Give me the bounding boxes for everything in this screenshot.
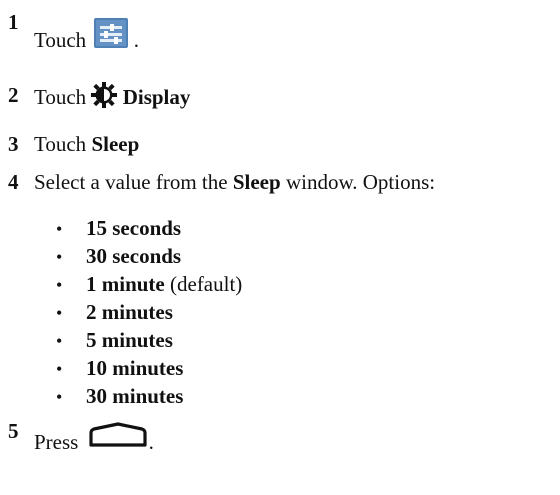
step-4-bold: Sleep [232, 170, 281, 194]
step-text-5: Press . [34, 422, 154, 454]
step-5-suffix: . [148, 430, 154, 454]
home-button-icon [87, 422, 149, 452]
option-10-minutes: 10 minutes [86, 358, 183, 379]
bullet: • [56, 247, 63, 267]
step-1-suffix: . [133, 28, 139, 52]
bullet: • [56, 331, 63, 351]
step-number-5: 5 [8, 419, 19, 443]
step-3-bold: Sleep [91, 132, 140, 156]
option-label: 2 minutes [86, 300, 173, 324]
step-number-3: 3 [8, 132, 19, 156]
step-5-prefix: Press [34, 430, 79, 454]
step-2-prefix: Touch [34, 84, 87, 109]
settings-sliders-icon [94, 18, 129, 52]
option-label: 1 minute [86, 272, 165, 296]
step-2-bold: Display [122, 84, 191, 109]
option-note: (default) [170, 272, 243, 296]
brightness-icon [91, 82, 118, 112]
bullet: • [56, 303, 63, 323]
option-label: 30 seconds [86, 244, 182, 268]
bullet: • [56, 359, 63, 379]
option-2-minutes: 2 minutes [86, 302, 173, 323]
option-label: 10 minutes [86, 356, 184, 380]
bullet: • [56, 275, 63, 295]
step-4-prefix: Select a value from the [34, 170, 228, 194]
option-label: 5 minutes [86, 328, 173, 352]
step-1-prefix: Touch [34, 28, 87, 52]
option-30-minutes: 30 minutes [86, 386, 183, 407]
step-text-4: Select a value from the Sleep window. Op… [34, 172, 435, 193]
option-label: 30 minutes [86, 384, 184, 408]
step-number-2: 2 [8, 83, 19, 107]
option-label: 15 seconds [86, 216, 182, 240]
step-number-4: 4 [8, 170, 19, 194]
bullet: • [56, 387, 63, 407]
step-3-prefix: Touch [34, 132, 87, 156]
option-15-seconds: 15 seconds [86, 218, 181, 239]
step-text-1: Touch . [34, 18, 139, 52]
step-text-3: Touch Sleep [34, 134, 139, 155]
option-1-minute: 1 minute (default) [86, 274, 242, 295]
step-number-1: 1 [8, 10, 19, 34]
option-5-minutes: 5 minutes [86, 330, 173, 351]
step-4-suffix: window. Options: [285, 170, 436, 194]
option-30-seconds: 30 seconds [86, 246, 181, 267]
bullet: • [56, 219, 63, 239]
step-text-2: Touch Display [34, 82, 191, 112]
